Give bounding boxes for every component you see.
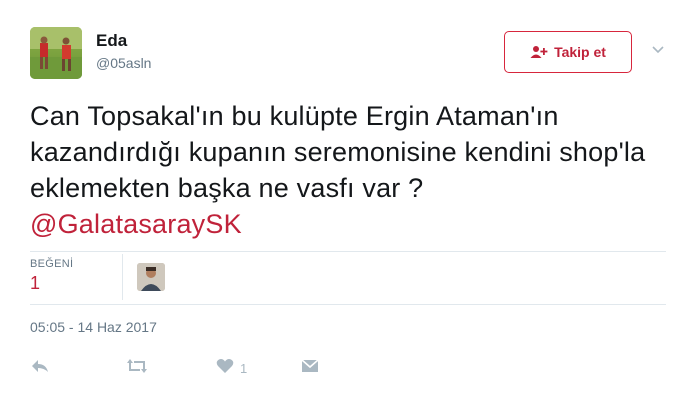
direct-message-button[interactable] (300, 358, 320, 379)
divider (30, 251, 666, 252)
likes-label: BEĞENİ (30, 258, 74, 270)
heart-icon (216, 358, 234, 379)
tweet-body: Can Topsakal'ın bu kulüpte Ergin Ataman'… (30, 101, 646, 203)
reply-button[interactable] (30, 358, 126, 379)
timestamp[interactable]: 05:05 - 14 Haz 2017 (30, 319, 157, 335)
follow-button[interactable]: Takip et (504, 31, 632, 73)
like-button[interactable]: 1 (216, 358, 300, 379)
chevron-down-icon[interactable] (651, 42, 665, 56)
tweet-text: Can Topsakal'ın bu kulüpte Ergin Ataman'… (30, 98, 670, 242)
like-count: 1 (240, 360, 248, 376)
reply-icon (30, 358, 50, 379)
display-name[interactable]: Eda (96, 31, 127, 51)
likes-stat[interactable]: BEĞENİ 1 (30, 258, 73, 294)
likes-count: 1 (30, 273, 41, 293)
divider (30, 304, 666, 305)
mention-link[interactable]: @GalatasaraySK (30, 206, 670, 242)
retweet-button[interactable] (126, 358, 216, 379)
follow-button-label: Takip et (554, 44, 606, 60)
envelope-icon (300, 358, 320, 379)
add-user-icon (530, 45, 548, 59)
avatar[interactable] (30, 27, 82, 79)
retweet-icon (126, 358, 148, 379)
user-handle[interactable]: @05asln (96, 55, 151, 71)
stats-separator (122, 254, 123, 300)
liker-avatar[interactable] (137, 263, 165, 291)
tweet-actions: 1 (30, 357, 320, 379)
